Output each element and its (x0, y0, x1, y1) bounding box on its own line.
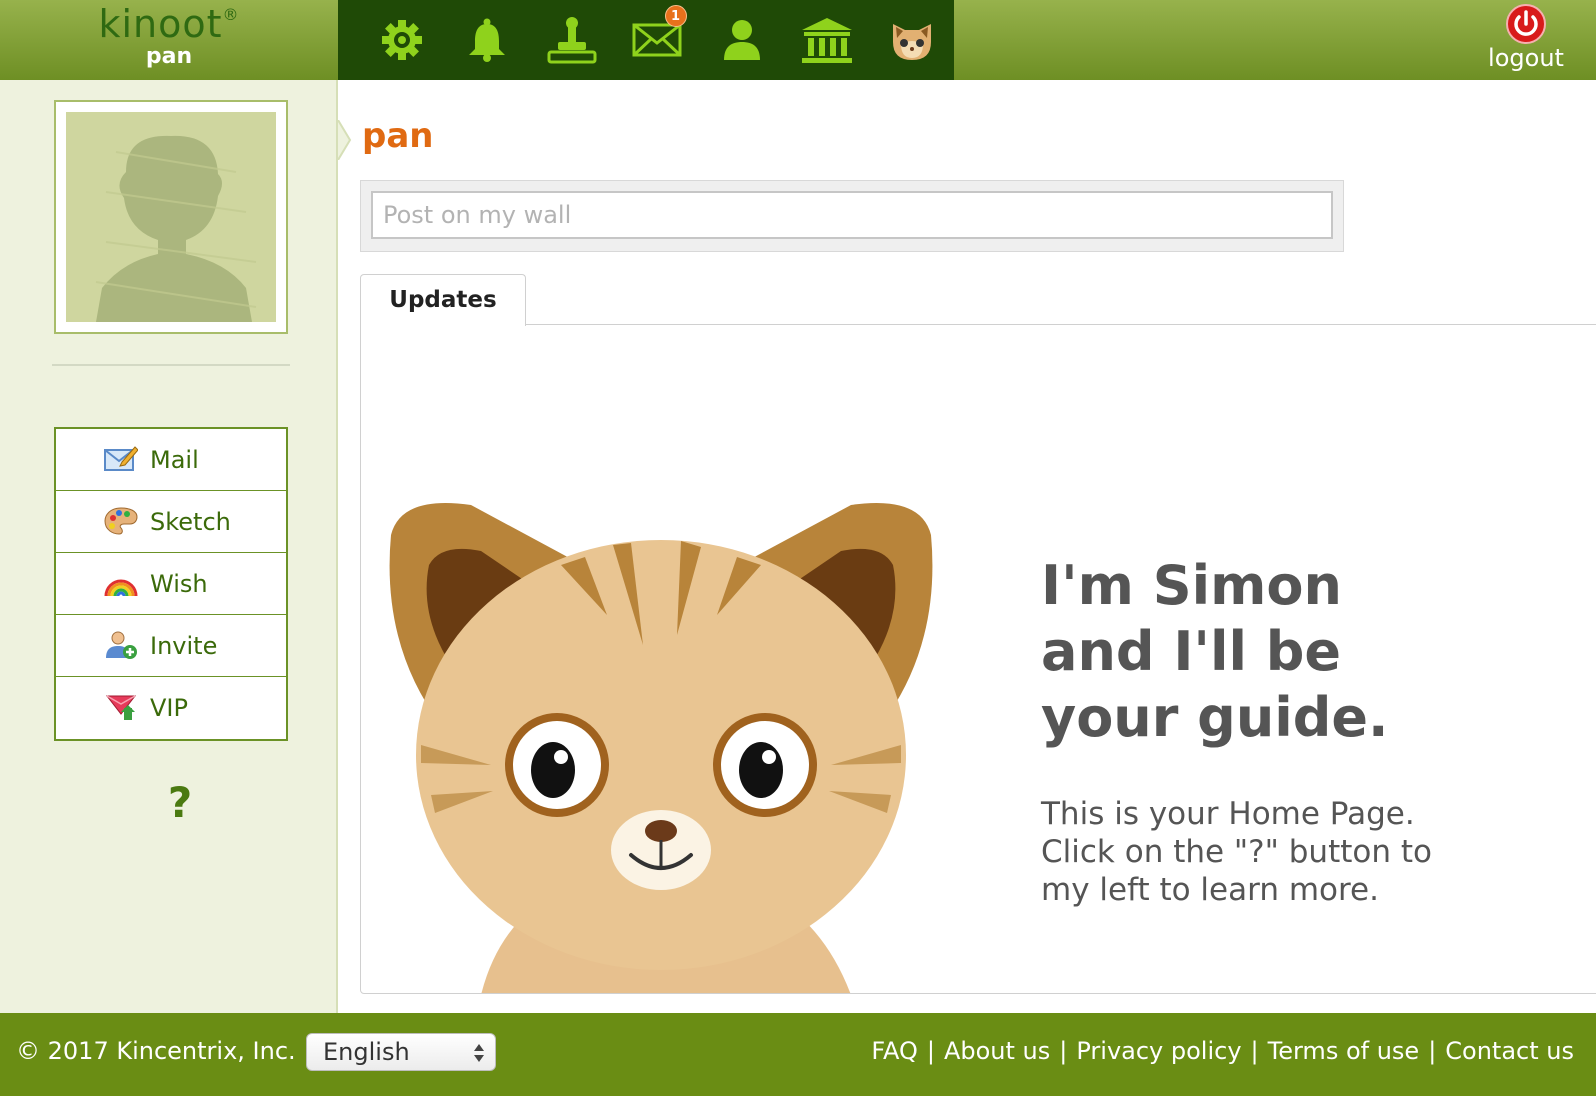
footer-links: FAQ | About us | Privacy policy | Terms … (871, 1037, 1574, 1065)
vip-gem-icon (104, 692, 138, 722)
sidebar: Mail Sketch Wish Invite VIP ? (0, 80, 338, 1013)
faq-link[interactable]: FAQ (871, 1037, 918, 1065)
separator: | (926, 1037, 935, 1065)
panel-notch (338, 120, 352, 160)
help-button[interactable]: ? (160, 778, 200, 828)
logout-label: logout (1488, 44, 1564, 72)
separator: | (1250, 1037, 1259, 1065)
username: pan (145, 44, 193, 69)
post-wall-input[interactable] (371, 191, 1333, 239)
sidebar-item-label: Wish (150, 569, 208, 598)
language-value: English (323, 1038, 410, 1066)
sidebar-item-label: VIP (150, 694, 188, 722)
updates-panel: I'm Simon and I'll be your guide. This i… (360, 324, 1596, 994)
simon-kitten-illustration (389, 503, 933, 993)
bank-building-icon[interactable] (784, 0, 869, 80)
settings-gear-icon[interactable] (360, 0, 445, 80)
terms-of-use-link[interactable]: Terms of use (1268, 1037, 1420, 1065)
stamp-icon[interactable] (530, 0, 615, 80)
sidebar-item-label: Mail (150, 445, 199, 474)
sidebar-item-label: Sketch (150, 507, 231, 536)
sidebar-item-mail[interactable]: Mail (56, 429, 286, 491)
icon-nav-bar: 1 (338, 0, 954, 80)
language-select[interactable]: English (306, 1033, 496, 1071)
guide-heading: I'm Simon and I'll be your guide. (1041, 554, 1389, 749)
mail-pencil-icon (104, 444, 139, 474)
mail-envelope-icon[interactable]: 1 (615, 0, 700, 80)
sidebar-item-sketch[interactable]: Sketch (56, 491, 286, 553)
brand: kinoot® pan (0, 0, 338, 80)
default-avatar-silhouette (66, 112, 276, 322)
contact-us-link[interactable]: Contact us (1445, 1037, 1574, 1065)
sidebar-item-label: Invite (150, 631, 218, 660)
top-bar: kinoot® pan 1 logout (0, 0, 1596, 80)
privacy-policy-link[interactable]: Privacy policy (1076, 1037, 1241, 1065)
rainbow-icon (104, 568, 138, 598)
sidebar-divider (52, 364, 290, 366)
invite-person-icon (104, 630, 138, 660)
page-title: pan (362, 116, 434, 156)
about-us-link[interactable]: About us (944, 1037, 1050, 1065)
kinoot-logo[interactable]: kinoot® (0, 2, 338, 46)
notifications-bell-icon[interactable] (445, 0, 530, 80)
select-arrows-icon (474, 1044, 484, 1062)
copyright: © 2017 Kincentrix, Inc. (16, 1037, 296, 1065)
separator: | (1428, 1037, 1437, 1065)
separator: | (1059, 1037, 1068, 1065)
guide-text: This is your Home Page. Click on the "?"… (1041, 796, 1432, 908)
mail-count-badge: 1 (664, 5, 687, 27)
logout-button[interactable]: logout (1478, 4, 1574, 76)
main-content: pan Updates (338, 80, 1596, 1013)
power-icon (1506, 4, 1546, 44)
palette-icon (104, 506, 138, 536)
kitten-guide-icon[interactable] (869, 0, 954, 80)
sidebar-item-wish[interactable]: Wish (56, 553, 286, 615)
tab-updates[interactable]: Updates (360, 274, 526, 326)
sidebar-item-invite[interactable]: Invite (56, 615, 286, 677)
profile-person-icon[interactable] (699, 0, 784, 80)
sidebar-item-vip[interactable]: VIP (56, 677, 286, 739)
post-wall-box (360, 180, 1344, 252)
avatar[interactable] (54, 100, 288, 334)
footer: © 2017 Kincentrix, Inc. English FAQ | Ab… (0, 1013, 1596, 1096)
sidebar-menu: Mail Sketch Wish Invite VIP (54, 427, 288, 741)
